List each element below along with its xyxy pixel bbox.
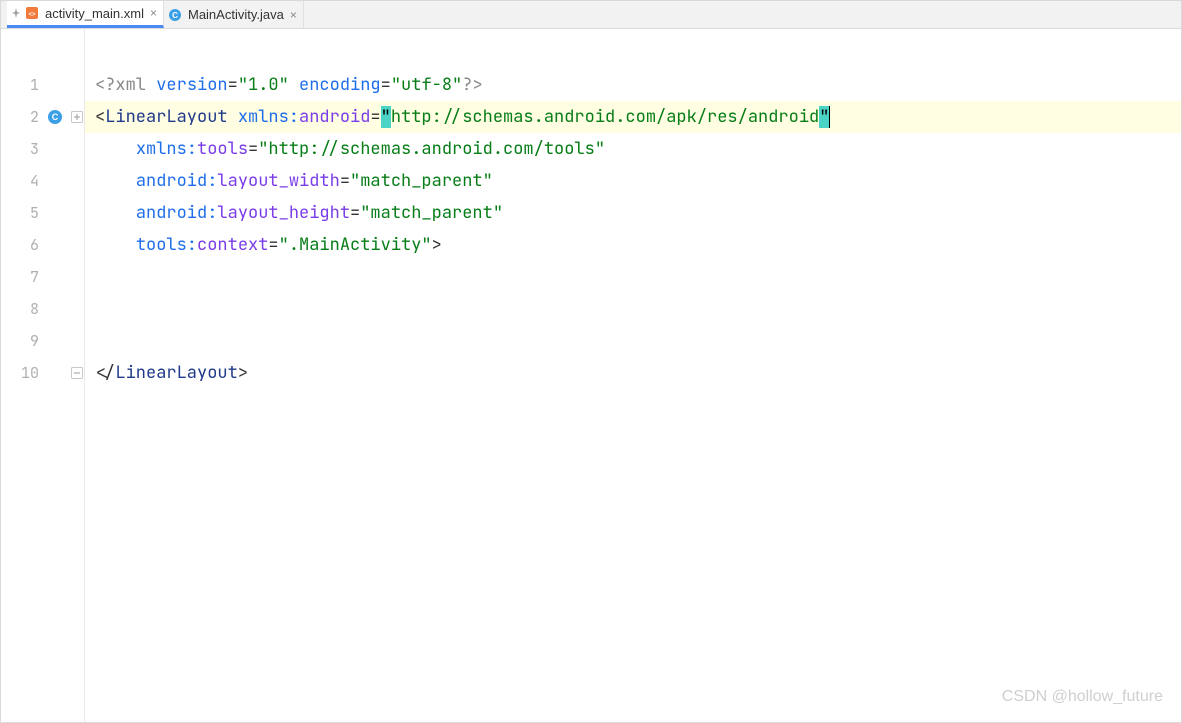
gutter-line[interactable]: 8: [1, 293, 84, 325]
code-line[interactable]: android:layout_width="match_parent": [85, 165, 1181, 197]
svg-text:C: C: [172, 11, 178, 20]
gutter-line[interactable]: 3: [1, 133, 84, 165]
code-line[interactable]: tools:context=".MainActivity">: [85, 229, 1181, 261]
editor-area: 1 2 C 3 4 5 6 7 8 9 10: [1, 29, 1181, 722]
close-icon[interactable]: ×: [290, 8, 297, 22]
code-line[interactable]: [85, 325, 1181, 357]
tab-activity-main-xml[interactable]: <> activity_main.xml ×: [7, 1, 164, 28]
gutter-line[interactable]: 1: [1, 69, 84, 101]
gutter-line[interactable]: 2 C: [1, 101, 84, 133]
tab-bar: <> activity_main.xml × C MainActivity.ja…: [1, 1, 1181, 29]
code-line[interactable]: [85, 293, 1181, 325]
code-line[interactable]: <LinearLayout xmlns:android="http://sche…: [85, 101, 1181, 133]
class-badge-icon[interactable]: C: [47, 109, 63, 125]
gutter-line[interactable]: 5: [1, 197, 84, 229]
tab-label: MainActivity.java: [188, 7, 284, 22]
close-icon[interactable]: ×: [150, 6, 157, 20]
code-line[interactable]: xmlns:tools="http://schemas.android.com/…: [85, 133, 1181, 165]
fold-icon[interactable]: [71, 111, 83, 123]
matched-quote-open: ": [381, 106, 391, 128]
java-class-icon: C: [168, 8, 182, 22]
fold-icon[interactable]: [71, 367, 83, 379]
matched-quote-close: ": [819, 106, 829, 128]
gutter-line[interactable]: 10: [1, 357, 84, 389]
gutter-line[interactable]: 4: [1, 165, 84, 197]
pin-icon: [11, 8, 21, 18]
editor-root: <> activity_main.xml × C MainActivity.ja…: [0, 0, 1182, 723]
xml-file-icon: <>: [25, 6, 39, 20]
gutter: 1 2 C 3 4 5 6 7 8 9 10: [1, 29, 85, 722]
code-line[interactable]: android:layout_height="match_parent": [85, 197, 1181, 229]
code-area[interactable]: <?xml version="1.0" encoding="utf-8"?> <…: [85, 29, 1181, 722]
tab-main-activity-java[interactable]: C MainActivity.java ×: [164, 1, 304, 28]
text-caret: [829, 106, 830, 128]
svg-text:<>: <>: [28, 12, 36, 18]
code-line[interactable]: <?xml version="1.0" encoding="utf-8"?>: [85, 69, 1181, 101]
gutter-line[interactable]: 6: [1, 229, 84, 261]
code-line[interactable]: [85, 261, 1181, 293]
tab-label: activity_main.xml: [45, 6, 144, 21]
gutter-line[interactable]: 9: [1, 325, 84, 357]
code-line[interactable]: </LinearLayout>: [85, 357, 1181, 389]
gutter-line[interactable]: 7: [1, 261, 84, 293]
svg-text:C: C: [52, 112, 59, 122]
